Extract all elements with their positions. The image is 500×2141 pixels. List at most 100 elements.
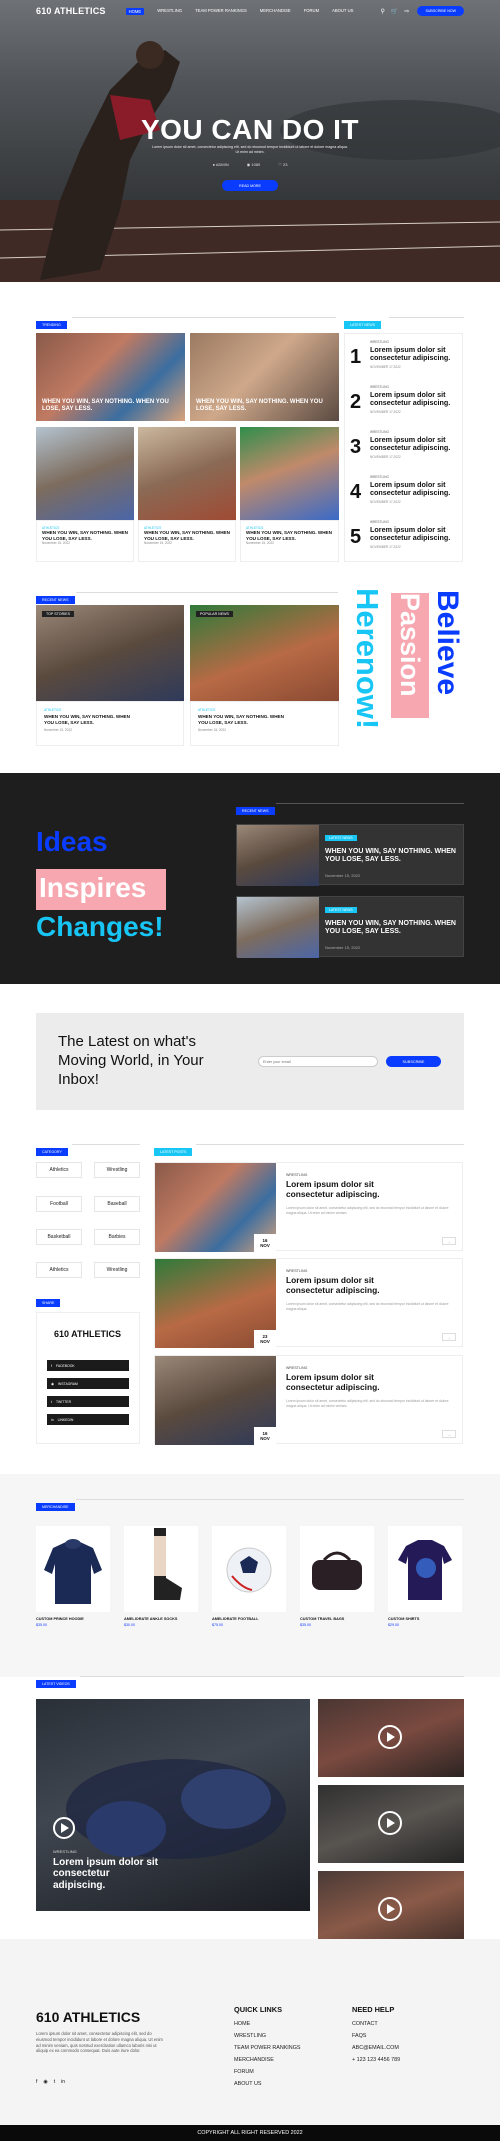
divider — [196, 1144, 464, 1145]
believe-text: Believe — [431, 590, 464, 696]
divider — [76, 1499, 464, 1500]
linkedin-button[interactable]: in LINKEDIN — [47, 1414, 129, 1425]
facebook-button[interactable]: f FACEBOOK — [47, 1360, 129, 1371]
trending-tag: TRENDING — [36, 321, 67, 329]
footer-logo[interactable]: 610 ATHLETICS — [36, 2009, 140, 2025]
product-image-bag[interactable] — [300, 1526, 374, 1612]
cart-icon[interactable]: 🛒 — [391, 8, 398, 15]
footer-link-forum[interactable]: FORUM — [234, 2069, 254, 2075]
product-image-shirt[interactable] — [388, 1526, 462, 1612]
nav-merchandise[interactable]: MERCHANDISE — [260, 8, 291, 15]
trending-big-card-2[interactable]: WHEN YOU WIN, SAY NOTHING. WHEN YOU LOSE… — [190, 333, 339, 421]
product-name[interactable]: CUSTOM SHIRTS — [388, 1617, 419, 1621]
recent-card-1-image[interactable]: TOP STORIES — [36, 605, 184, 701]
dark-news-card-2[interactable]: LATEST NEWS WHEN YOU WIN, SAY NOTHING. W… — [236, 896, 464, 958]
latest-news-item-4[interactable]: 4 WRESTLING Lorem ipsum dolor sit consec… — [350, 475, 460, 515]
instagram-button[interactable]: ◉ INSTAGRAM — [47, 1378, 129, 1389]
trending-small-card-1-image[interactable] — [36, 427, 134, 520]
nav-forum[interactable]: FORUM — [304, 8, 319, 15]
newsletter-email-input[interactable] — [258, 1056, 378, 1067]
latest-news-item-2[interactable]: 2 WRESTLING Lorem ipsum dolor sit consec… — [350, 385, 460, 425]
nav-icons: ⚲ 🛒 ⇨ — [381, 8, 410, 15]
play-icon[interactable] — [378, 1725, 402, 1749]
login-icon[interactable]: ⇨ — [404, 8, 409, 15]
category-button-basketball[interactable]: Basketball — [36, 1229, 82, 1245]
product-name[interactable]: CUSTOM TRAVEL BAGS — [300, 1617, 344, 1621]
arrow-right-icon[interactable]: → — [442, 1430, 456, 1438]
instagram-icon[interactable]: ◉ — [43, 2079, 47, 2085]
latest-news-item-5[interactable]: 5 WRESTLING Lorem ipsum dolor sit consec… — [350, 520, 460, 560]
main-video[interactable]: WRESTLING Lorem ipsum dolor sit consecte… — [36, 1699, 310, 1911]
footer-link-merchandise[interactable]: MERCHANDISE — [234, 2057, 274, 2063]
trending-small-card-3-image[interactable] — [240, 427, 339, 520]
product-image-socks[interactable] — [124, 1526, 198, 1612]
footer-link-home[interactable]: HOME — [234, 2021, 250, 2027]
category-button-athletics[interactable]: Athletics — [36, 1162, 82, 1178]
category-button-football[interactable]: Football — [36, 1196, 82, 1212]
nav-about-us[interactable]: ABOUT US — [332, 8, 353, 15]
recent-card-1[interactable]: ATHLETICS WHEN YOU WIN, SAY NOTHING. WHE… — [36, 701, 184, 746]
rank-number: 5 — [350, 526, 362, 548]
arrow-right-icon[interactable]: → — [442, 1333, 456, 1341]
category-button-wrestling-2[interactable]: Wrestling — [94, 1262, 140, 1278]
play-icon[interactable] — [53, 1817, 75, 1839]
product-name[interactable]: CUSTOM PRINCE HOODIE — [36, 1617, 84, 1621]
product-image-hoodie[interactable] — [36, 1526, 110, 1612]
product-name[interactable]: AMELIORATE FOOTBALL — [212, 1617, 259, 1621]
dark-news-card-1[interactable]: LATEST NEWS WHEN YOU WIN, SAY NOTHING. W… — [236, 824, 464, 886]
trending-big-title: WHEN YOU WIN, SAY NOTHING. WHEN YOU LOSE… — [196, 399, 323, 412]
side-video-2[interactable] — [318, 1785, 464, 1863]
side-video-1[interactable] — [318, 1699, 464, 1777]
trending-small-card-3[interactable]: ATHLETICS WHEN YOU WIN, SAY NOTHING. WHE… — [240, 520, 339, 562]
product-price: $29.00 — [388, 1623, 399, 1627]
recent-card-2-image[interactable]: POPULAR NEWS — [190, 605, 339, 701]
changes-text: Changes! — [36, 911, 164, 942]
latest-news-item-1[interactable]: 1 WRESTLING Lorem ipsum dolor sit consec… — [350, 340, 460, 380]
category-button-wrestling[interactable]: Wrestling — [94, 1162, 140, 1178]
footer-email[interactable]: ABC@EMAIL.COM — [352, 2045, 399, 2051]
shirt-image — [398, 1540, 452, 1600]
latest-news-item-3[interactable]: 3 WRESTLING Lorem ipsum dolor sit consec… — [350, 430, 460, 470]
play-icon[interactable] — [378, 1811, 402, 1835]
arrow-right-icon[interactable]: → — [442, 1237, 456, 1245]
search-icon[interactable]: ⚲ — [381, 8, 385, 15]
subscribe-button[interactable]: SUBSCRIBE NOW — [417, 6, 464, 16]
nav-home[interactable]: HOME — [125, 7, 145, 15]
category-button-athletics-2[interactable]: Athletics — [36, 1262, 82, 1278]
footer-link-about[interactable]: ABOUT US — [234, 2081, 261, 2087]
product-name[interactable]: AMELIORATE ANKLE SOCKS — [124, 1617, 177, 1621]
footer-link-wrestling[interactable]: WRESTLING — [234, 2033, 266, 2039]
footer-phone[interactable]: + 123 123 4456 789 — [352, 2057, 400, 2063]
product-price: $30.00 — [124, 1623, 135, 1627]
latest-post-card-1[interactable]: 16 NOV WRESTLING Lorem ipsum dolor sit co… — [154, 1162, 463, 1252]
footer-link-faqs[interactable]: FAQS — [352, 2033, 366, 2039]
trending-big-card-1[interactable]: WHEN YOU WIN, SAY NOTHING. WHEN YOU LOSE… — [36, 333, 185, 421]
linkedin-icon[interactable]: in — [61, 2079, 65, 2085]
trending-small-card-2[interactable]: ATHLETICS WHEN YOU WIN, SAY NOTHING. WHE… — [138, 520, 236, 562]
video-title: Lorem ipsum dolor sit consectetur adipis… — [53, 1857, 159, 1891]
latest-post-card-3[interactable]: 16 NOV WRESTLING Lorem ipsum dolor sit co… — [154, 1355, 463, 1445]
footer-link-rankings[interactable]: TEAM POWER RANKINGS — [234, 2045, 301, 2051]
hero-read-more-button[interactable]: READ MORE — [222, 180, 278, 191]
latest-post-card-2[interactable]: 23 NOV WRESTLING Lorem ipsum dolor sit co… — [154, 1258, 463, 1348]
category-button-baseball[interactable]: Baseball — [94, 1196, 140, 1212]
hero-banner: YOU CAN DO IT Lorem ipsum dolor sit amet… — [0, 0, 500, 282]
newsletter-subscribe-button[interactable]: SUBSCRIBE — [386, 1056, 441, 1067]
trending-small-card-1[interactable]: ATHLETICS WHEN YOU WIN, SAY NOTHING. WHE… — [36, 520, 134, 562]
nav-wrestling[interactable]: WRESTLING — [157, 8, 182, 15]
nav-team-power-rankings[interactable]: TEAM POWER RANKINGS — [195, 8, 247, 15]
need-help-heading: NEED HELP — [352, 2005, 395, 2014]
product-image-football[interactable] — [212, 1526, 286, 1612]
side-video-3[interactable] — [318, 1871, 464, 1949]
play-icon[interactable] — [378, 1897, 402, 1921]
twitter-button[interactable]: t TWITTER — [47, 1396, 129, 1407]
dark-news-image — [237, 897, 319, 958]
recent-card-2[interactable]: ATHLETICS WHEN YOU WIN, SAY NOTHING. WHE… — [190, 701, 339, 746]
card-date: November 15, 2022 — [144, 541, 172, 546]
category-button-barbies[interactable]: Barbies — [94, 1229, 140, 1245]
trending-small-card-2-image[interactable] — [138, 427, 236, 520]
site-logo[interactable]: 610 ATHLETICS — [36, 6, 106, 16]
twitter-icon[interactable]: t — [54, 2079, 55, 2085]
footer-link-contact[interactable]: CONTACT — [352, 2021, 378, 2027]
facebook-icon[interactable]: f — [36, 2079, 37, 2085]
